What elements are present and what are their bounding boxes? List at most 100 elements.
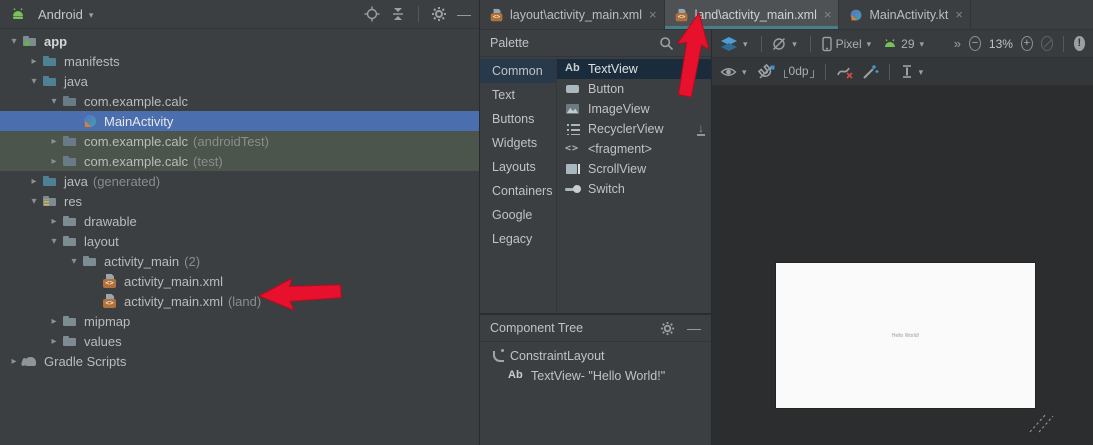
chevron-right-icon[interactable]: ▸	[46, 156, 62, 167]
design-canvas-area[interactable]: Hello World!	[712, 86, 1093, 445]
device-artboard[interactable]: Hello World!	[776, 263, 1035, 408]
palette-item[interactable]: ImageView	[557, 99, 711, 119]
tree-row[interactable]: ▾app	[0, 31, 479, 51]
tree-row[interactable]: ▾ res	[0, 191, 479, 211]
editor-tab[interactable]: land\activity_main.xml×	[665, 0, 840, 29]
autoconnect-toggle-icon[interactable]	[758, 64, 775, 80]
switch-icon	[565, 181, 582, 197]
palette-category[interactable]: Common	[480, 59, 556, 83]
tree-item-annotation: (land)	[228, 294, 261, 309]
editor-tab[interactable]: layout\activity_main.xml×	[480, 0, 665, 29]
folder-icon	[62, 233, 78, 249]
orientation-button[interactable]: ▾	[771, 36, 800, 52]
tree-row[interactable]: ▸com.example.calc(test)	[0, 151, 479, 171]
gear-icon[interactable]	[660, 321, 675, 336]
close-icon[interactable]: ×	[824, 8, 832, 21]
chevron-down-icon[interactable]: ▾	[89, 10, 94, 21]
tree-item-label: drawable	[84, 214, 137, 229]
palette-item[interactable]: Switch	[557, 179, 711, 199]
tree-row[interactable]: MainActivity	[0, 111, 479, 131]
folder-icon	[62, 333, 78, 349]
chevron-right-icon[interactable]: ▸	[46, 316, 62, 327]
palette-category[interactable]: Widgets	[480, 131, 556, 155]
clear-constraints-icon[interactable]	[836, 64, 854, 80]
close-icon[interactable]: ×	[955, 8, 963, 21]
chevron-right-icon[interactable]: ▸	[6, 356, 22, 367]
chevron-right-icon[interactable]: ▸	[46, 136, 62, 147]
search-icon[interactable]	[659, 36, 674, 51]
download-icon[interactable]: ↓	[697, 123, 705, 136]
infer-constraints-icon[interactable]	[862, 64, 879, 80]
palette-category[interactable]: Containers	[480, 179, 556, 203]
device-selector[interactable]: Pixel ▾	[821, 36, 875, 52]
tree-row[interactable]: ▸com.example.calc(androidTest)	[0, 131, 479, 151]
gear-icon[interactable]	[686, 36, 701, 51]
chevron-down-icon[interactable]: ▾	[26, 196, 42, 207]
palette-category[interactable]: Layouts	[480, 155, 556, 179]
palette-item-label: TextView	[588, 62, 638, 76]
palette-category[interactable]: Buttons	[480, 107, 556, 131]
tree-row[interactable]: activity_main.xml(land)	[0, 291, 479, 311]
palette-category-label: Google	[492, 208, 532, 222]
chevron-right-icon[interactable]: ▸	[46, 216, 62, 227]
component-tree-row[interactable]: ConstraintLayout	[480, 346, 711, 366]
design-surface-mode-button[interactable]: ▾	[720, 36, 751, 52]
tree-row[interactable]: ▾java	[0, 71, 479, 91]
tree-row[interactable]: ▾com.example.calc	[0, 91, 479, 111]
chevron-right-icon[interactable]: ▸	[46, 336, 62, 347]
hide-panel-icon[interactable]: —	[457, 6, 471, 22]
tree-row[interactable]: ▸manifests	[0, 51, 479, 71]
close-icon[interactable]: ×	[649, 8, 657, 21]
chevron-down-icon[interactable]: ▾	[6, 36, 22, 47]
kotlin-file-icon	[849, 7, 863, 21]
tree-row[interactable]: ▾layout	[0, 231, 479, 251]
palette-item[interactable]: RecyclerView↓	[557, 119, 711, 139]
editor-tab[interactable]: MainActivity.kt×	[839, 0, 971, 29]
palette-item[interactable]: TextView	[557, 59, 711, 79]
resize-handle-icon[interactable]	[1028, 410, 1058, 434]
palette-category-label: Buttons	[492, 112, 534, 126]
api-version-selector[interactable]: 29 ▾	[882, 37, 927, 51]
toolbar-overflow-button[interactable]: »	[954, 36, 961, 51]
default-margins-control[interactable]: 0dp	[783, 64, 815, 79]
palette-category[interactable]: Legacy	[480, 227, 556, 251]
tree-row[interactable]: ▸values	[0, 331, 479, 351]
palette-category[interactable]: Google	[480, 203, 556, 227]
hide-panel-icon[interactable]: —	[687, 320, 701, 336]
palette-header: Palette	[480, 30, 711, 57]
palette-item[interactable]: Button	[557, 79, 711, 99]
zoom-in-button[interactable]: +	[1021, 36, 1033, 51]
errors-panel-icon[interactable]: !	[1074, 36, 1085, 51]
chevron-right-icon[interactable]: ▸	[26, 176, 42, 187]
project-view-selector-label[interactable]: Android	[38, 7, 83, 22]
tree-row[interactable]: ▸Gradle Scripts	[0, 351, 479, 371]
palette-category[interactable]: Text	[480, 83, 556, 107]
chevron-down-icon[interactable]: ▾	[46, 96, 62, 107]
component-tree-row[interactable]: TextView- "Hello World!"	[480, 366, 711, 386]
chevron-right-icon[interactable]: ▸	[26, 56, 42, 67]
locate-file-icon[interactable]	[364, 6, 380, 22]
zoom-out-button[interactable]: −	[969, 36, 981, 51]
tree-row[interactable]: ▸ drawable	[0, 211, 479, 231]
tree-row[interactable]: activity_main.xml	[0, 271, 479, 291]
collapse-all-icon[interactable]	[390, 6, 406, 22]
fragment-icon	[565, 141, 582, 157]
chevron-down-icon[interactable]: ▾	[26, 76, 42, 87]
tree-row[interactable]: ▸mipmap	[0, 311, 479, 331]
zoom-to-fit-button[interactable]	[1041, 36, 1053, 51]
chevron-down-icon[interactable]: ▾	[46, 236, 62, 247]
tree-row[interactable]: ▸java(generated)	[0, 171, 479, 191]
project-panel-header: Android ▾ —	[0, 0, 479, 29]
palette-item[interactable]: <fragment>	[557, 139, 711, 159]
tree-item-label: res	[64, 194, 82, 209]
palette-item-label: Switch	[588, 182, 625, 196]
palette-item[interactable]: ScrollView	[557, 159, 711, 179]
view-options-button[interactable]: ▾	[720, 65, 750, 79]
tree-item-label: activity_main	[104, 254, 179, 269]
tree-item-label: com.example.calc	[84, 154, 188, 169]
tree-row[interactable]: ▾activity_main(2)	[0, 251, 479, 271]
chevron-down-icon[interactable]: ▾	[66, 256, 82, 267]
settings-icon[interactable]	[431, 6, 447, 22]
pack-align-button[interactable]: ▾	[900, 64, 927, 79]
package-icon	[62, 93, 78, 109]
